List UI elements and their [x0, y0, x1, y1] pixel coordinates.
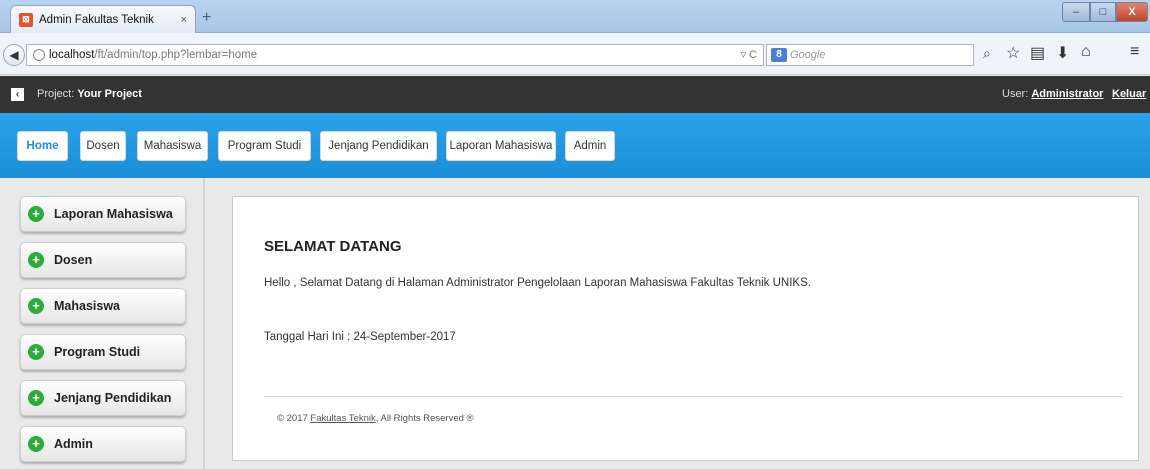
sidebar-item-label: Dosen: [54, 253, 93, 267]
close-window-button[interactable]: X: [1116, 2, 1148, 22]
divider: [264, 396, 1122, 397]
tab-title: Admin Fakultas Teknik: [39, 13, 154, 26]
browser-tab-strip: ⊠ Admin Fakultas Teknik × + – □ X: [0, 0, 1150, 33]
menu-jenjang-pendidikan[interactable]: Jenjang Pendidikan: [320, 131, 437, 161]
url-path: /ft/admin/top.php?lembar=home: [94, 49, 258, 61]
menu-mahasiswa[interactable]: Mahasiswa: [137, 131, 208, 161]
search-placeholder: Google: [790, 49, 826, 61]
sidebar-item-label: Admin: [54, 437, 93, 451]
back-arrow-icon[interactable]: ◀: [3, 44, 25, 66]
page-title: SELAMAT DATANG: [264, 238, 402, 255]
sidebar-item-dosen[interactable]: + Dosen: [20, 242, 186, 278]
date-text: Tanggal Hari Ini : 24-September-2017: [264, 331, 456, 343]
maximize-button[interactable]: □: [1090, 2, 1116, 22]
project-name: Your Project: [77, 88, 142, 100]
menu-laporan-mahasiswa[interactable]: Laporan Mahasiswa: [446, 131, 556, 161]
logout-link[interactable]: Keluar: [1112, 88, 1146, 100]
plus-circle-icon: +: [28, 298, 44, 314]
search-engine-icon[interactable]: 8: [771, 48, 787, 62]
project-bar: ‹ Project: Your Project User: Administra…: [0, 76, 1150, 113]
plus-circle-icon: +: [28, 390, 44, 406]
globe-icon: [33, 49, 45, 61]
user-link[interactable]: Administrator: [1031, 88, 1103, 100]
menu-icon[interactable]: ≡: [1130, 43, 1139, 61]
browser-nav-bar: ◀ localhost /ft/admin/top.php?lembar=hom…: [0, 33, 1150, 75]
plus-circle-icon: +: [28, 344, 44, 360]
url-host: localhost: [49, 49, 95, 61]
menu-program-studi[interactable]: Program Studi: [218, 131, 311, 161]
collapse-chevron-icon[interactable]: ‹: [11, 88, 24, 101]
sidebar-item-label: Jenjang Pendidikan: [54, 391, 172, 405]
menu-admin[interactable]: Admin: [565, 131, 615, 161]
content-panel: SELAMAT DATANG Hello , Selamat Datang di…: [232, 196, 1139, 461]
search-input[interactable]: 8 Google: [766, 44, 974, 66]
plus-circle-icon: +: [28, 206, 44, 222]
bookmark-star-icon[interactable]: ☆: [1006, 43, 1020, 63]
address-bar[interactable]: localhost /ft/admin/top.php?lembar=home …: [26, 44, 764, 66]
footer-link[interactable]: Fakultas Teknik: [310, 413, 375, 424]
new-tab-icon[interactable]: +: [202, 9, 211, 27]
sidebar-item-laporan-mahasiswa[interactable]: + Laporan Mahasiswa: [20, 196, 186, 232]
menu-home[interactable]: Home: [17, 131, 68, 161]
download-icon[interactable]: ⬇: [1056, 43, 1069, 63]
sidebar: + Laporan Mahasiswa + Dosen + Mahasiswa …: [0, 178, 205, 469]
minimize-button[interactable]: –: [1062, 2, 1090, 22]
sidebar-item-jenjang-pendidikan[interactable]: + Jenjang Pendidikan: [20, 380, 186, 416]
reload-icon[interactable]: ▿ C: [740, 48, 757, 61]
sidebar-item-admin[interactable]: + Admin: [20, 426, 186, 462]
menu-dosen[interactable]: Dosen: [80, 131, 126, 161]
main-menu: Home Dosen Mahasiswa Program Studi Jenja…: [0, 113, 1150, 178]
plus-circle-icon: +: [28, 436, 44, 452]
project-label: Project: Your Project: [37, 88, 142, 100]
bookmarks-list-icon[interactable]: ▤: [1030, 43, 1045, 63]
welcome-text: Hello , Selamat Datang di Halaman Admini…: [264, 277, 811, 289]
sidebar-item-program-studi[interactable]: + Program Studi: [20, 334, 186, 370]
favicon-icon: ⊠: [19, 12, 33, 27]
plus-circle-icon: +: [28, 252, 44, 268]
user-label: User: Administrator: [1002, 88, 1104, 100]
sidebar-item-mahasiswa[interactable]: + Mahasiswa: [20, 288, 186, 324]
footer: © 2017 Fakultas Teknik, All Rights Reser…: [277, 413, 474, 424]
tab-close-icon[interactable]: ×: [181, 14, 187, 26]
search-icon[interactable]: ⌕: [983, 45, 991, 62]
browser-tab[interactable]: ⊠ Admin Fakultas Teknik ×: [10, 5, 196, 33]
sidebar-item-label: Program Studi: [54, 345, 141, 359]
home-icon[interactable]: ⌂: [1081, 43, 1091, 61]
sidebar-item-label: Laporan Mahasiswa: [54, 207, 173, 221]
sidebar-item-label: Mahasiswa: [54, 299, 121, 313]
